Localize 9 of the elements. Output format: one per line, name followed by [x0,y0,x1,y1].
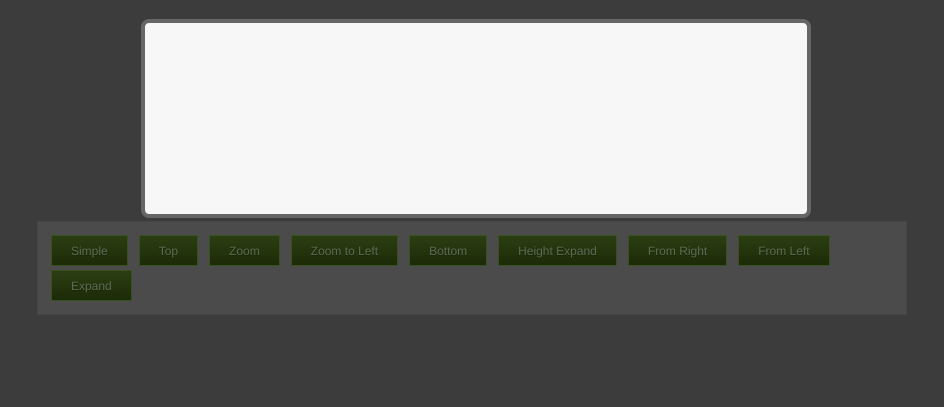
effect-button[interactable]: Height Expand [498,235,617,266]
effect-button[interactable]: Zoom to Left [290,235,398,266]
effect-button[interactable]: Top [138,235,198,266]
effect-button[interactable]: From Right [628,235,728,266]
effect-button[interactable]: Zoom [209,235,280,266]
effect-button[interactable]: From Left [738,235,830,266]
effect-button[interactable]: Simple [51,235,128,266]
effect-button[interactable]: Expand [51,270,132,301]
effect-button[interactable]: Bottom [409,235,488,266]
